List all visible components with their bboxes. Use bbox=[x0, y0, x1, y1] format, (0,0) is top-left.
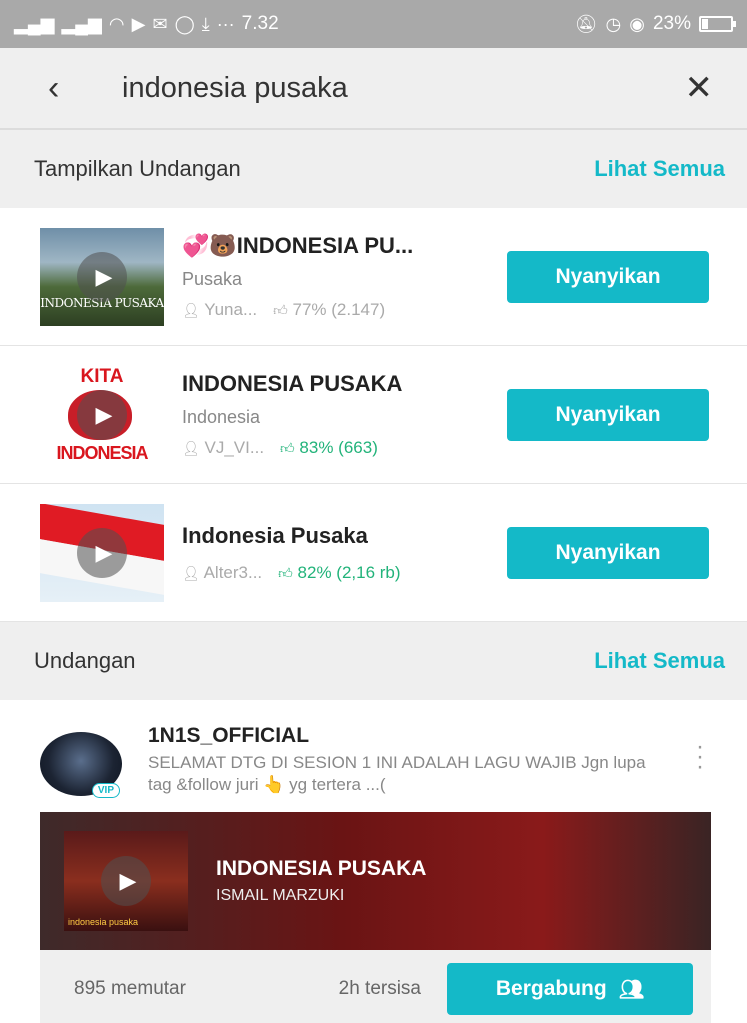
invitation-song-artist: ISMAIL MARZUKI bbox=[216, 887, 345, 905]
status-bar: ▂▄▆ ▂▄▆ ◠ ▶ ✉ ◯ ⤓ ··· 7.32 🔕︎ ◷ ◉ 23% bbox=[0, 0, 747, 48]
song-thumbnail[interactable]: INDONESIA PUSAKA ▶ bbox=[40, 227, 164, 326]
mail-icon: ✉ bbox=[152, 14, 168, 34]
battery-icon bbox=[699, 16, 736, 32]
song-info: Indonesia Pusaka 👤︎ Alter3... 👍︎ 82% (2,… bbox=[164, 523, 507, 583]
song-user-name: Alter3... bbox=[203, 562, 263, 582]
sing-button[interactable]: Nyanyikan bbox=[507, 526, 709, 579]
search-input[interactable]: indonesia pusaka bbox=[98, 72, 685, 105]
invitations-section-header: Undangan Lihat Semua bbox=[0, 622, 747, 700]
play-icon[interactable]: ▶ bbox=[77, 527, 127, 578]
signal-icon: ▂▄▆ bbox=[61, 14, 102, 34]
thumbs-up-icon: 👍︎ bbox=[280, 440, 295, 456]
alarm-icon: ◷ bbox=[605, 14, 622, 34]
sing-button[interactable]: Nyanyikan bbox=[507, 388, 709, 441]
see-all-link[interactable]: Lihat Semua bbox=[594, 156, 725, 182]
invitation-song-title: INDONESIA PUSAKA bbox=[216, 857, 427, 881]
song-title: INDONESIA PUSAKA bbox=[182, 371, 403, 396]
see-all-link[interactable]: Lihat Semua bbox=[594, 648, 725, 674]
song-row[interactable]: INDONESIA PUSAKA ▶ 💞🐻INDONESIA PU... Pus… bbox=[0, 208, 747, 346]
battery-fill bbox=[702, 19, 709, 29]
song-rating-value: 82% (2,16 rb) bbox=[297, 562, 401, 582]
thumbnail-caption-top: KITA bbox=[80, 365, 124, 387]
song-row[interactable]: KITA INDONESIA ▶ INDONESIA PUSAKA Indone… bbox=[0, 346, 747, 484]
join-button[interactable]: Bergabung 👥︎ bbox=[447, 963, 693, 1016]
invitation-footer: 895 memutar 2h tersisa Bergabung 👥︎ bbox=[40, 950, 711, 1023]
invitation-user[interactable]: 1N1S_OFFICIAL bbox=[148, 724, 689, 748]
song-info: 💞🐻INDONESIA PU... Pusaka 👤︎ Yuna... 👍︎ 7… bbox=[164, 233, 507, 320]
song-info: INDONESIA PUSAKA Indonesia 👤︎ VJ_VI... 👍… bbox=[164, 371, 507, 458]
section-title: Tampilkan Undangan bbox=[34, 156, 241, 181]
person-icon: 👤︎ bbox=[182, 564, 200, 581]
search-header: ‹ indonesia pusaka ✕ bbox=[0, 48, 747, 130]
song-user: 👤︎ VJ_VI... bbox=[182, 438, 264, 458]
group-icon: 👥︎ bbox=[618, 978, 645, 1001]
song-artist: Indonesia bbox=[182, 407, 261, 427]
song-thumbnail[interactable]: ▶ bbox=[40, 503, 164, 602]
song-title: Indonesia Pusaka bbox=[182, 522, 368, 548]
invitation-header: VIP 1N1S_OFFICIAL SELAMAT DTG DI SESION … bbox=[40, 724, 711, 798]
thumbs-up-icon: 👍︎ bbox=[273, 302, 288, 318]
play-icon[interactable]: ▶ bbox=[77, 389, 127, 440]
song-user: 👤︎ Yuna... bbox=[182, 300, 257, 320]
song-user: 👤︎ Alter3... bbox=[182, 563, 262, 583]
person-icon: 👤︎ bbox=[182, 302, 200, 318]
time-remaining: 2h tersisa bbox=[338, 978, 421, 1000]
close-icon[interactable]: ✕ bbox=[685, 71, 714, 105]
song-rating-value: 83% (663) bbox=[299, 438, 378, 457]
song-title: 💞🐻INDONESIA PU... bbox=[182, 233, 414, 258]
more-icon: ··· bbox=[216, 14, 235, 34]
song-rating-value: 77% (2.147) bbox=[292, 300, 386, 319]
back-arrow-icon[interactable]: ‹ bbox=[48, 71, 98, 105]
song-meta: 👤︎ Yuna... 👍︎ 77% (2.147) bbox=[182, 300, 507, 320]
sing-button[interactable]: Nyanyikan bbox=[507, 250, 709, 303]
play-icon[interactable]: ▶ bbox=[77, 251, 127, 302]
song-rating: 👍︎ 77% (2.147) bbox=[273, 300, 385, 320]
invitation-media[interactable]: indonesia pusaka ▶ INDONESIA PUSAKA ISMA… bbox=[40, 812, 711, 951]
signal-icon: ▂▄▆ bbox=[14, 14, 55, 34]
battery-percent: 23% bbox=[652, 13, 691, 34]
status-time: 7.32 bbox=[241, 13, 279, 34]
play-count: 895 memutar bbox=[74, 978, 186, 1000]
thumbnail-caption: indonesia pusaka bbox=[68, 917, 139, 928]
song-user-name: Yuna... bbox=[204, 300, 258, 319]
song-rating: 👍︎ 82% (2,16 rb) bbox=[278, 563, 400, 583]
vip-badge: VIP bbox=[91, 783, 120, 798]
person-icon: 👤︎ bbox=[182, 440, 200, 456]
eye-icon: ◉ bbox=[629, 14, 645, 34]
thumbs-up-icon: 👍︎ bbox=[278, 564, 293, 581]
media-icon: ▶ bbox=[131, 14, 146, 34]
more-options-icon[interactable]: · · · bbox=[689, 724, 711, 779]
status-left: ▂▄▆ ▂▄▆ ◠ ▶ ✉ ◯ ⤓ ··· 7.32 bbox=[14, 13, 575, 35]
invitation-description: SELAMAT DTG DI SESION 1 INI ADALAH LAGU … bbox=[148, 753, 646, 795]
invitation-card[interactable]: VIP 1N1S_OFFICIAL SELAMAT DTG DI SESION … bbox=[0, 700, 747, 951]
wifi-icon: ◠ bbox=[108, 14, 125, 34]
status-right: 🔕︎ ◷ ◉ 23% bbox=[574, 13, 736, 35]
mute-icon: 🔕︎ bbox=[574, 14, 598, 34]
whatsapp-icon: ◯ bbox=[174, 14, 195, 34]
song-thumbnail[interactable]: KITA INDONESIA ▶ bbox=[40, 365, 164, 464]
download-icon: ⤓ bbox=[201, 14, 210, 34]
thumbnail-caption-bottom: INDONESIA bbox=[56, 442, 148, 463]
avatar[interactable]: VIP bbox=[40, 732, 122, 798]
invitation-thumbnail[interactable]: indonesia pusaka ▶ bbox=[64, 831, 188, 932]
song-user-name: VJ_VI... bbox=[204, 438, 265, 457]
song-meta: 👤︎ VJ_VI... 👍︎ 83% (663) bbox=[182, 438, 507, 458]
song-rating: 👍︎ 83% (663) bbox=[280, 438, 378, 458]
featured-section-header: Tampilkan Undangan Lihat Semua bbox=[0, 130, 747, 208]
invitation-song-info: INDONESIA PUSAKA ISMAIL MARZUKI bbox=[188, 857, 426, 905]
play-icon[interactable]: ▶ bbox=[101, 856, 151, 907]
section-title: Undangan bbox=[34, 648, 136, 673]
invitation-text: 1N1S_OFFICIAL SELAMAT DTG DI SESION 1 IN… bbox=[122, 724, 689, 796]
song-meta: 👤︎ Alter3... 👍︎ 82% (2,16 rb) bbox=[182, 563, 507, 583]
song-row[interactable]: ▶ Indonesia Pusaka 👤︎ Alter3... 👍︎ 82% (… bbox=[0, 484, 747, 622]
join-button-label: Bergabung bbox=[495, 977, 607, 1001]
song-artist: Pusaka bbox=[182, 269, 243, 289]
